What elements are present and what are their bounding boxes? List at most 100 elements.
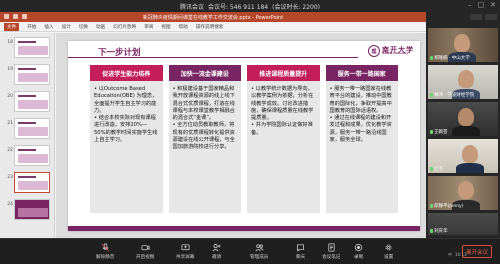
unmute-button[interactable]: 解除静音 [96, 243, 114, 260]
column-heading: 服务一带一路国家 [325, 65, 398, 81]
slide-thumbnail[interactable]: 22 [7, 145, 50, 166]
participant-tile[interactable]: 郑隆楠 · 中山大学 [428, 28, 498, 62]
toolbar-label: 共享屏幕 [176, 255, 195, 260]
add-user-icon [212, 243, 221, 252]
ribbon-tab-file[interactable]: 文件 [4, 22, 20, 31]
meeting-id[interactable]: 会议号: 546 911 184 [208, 2, 268, 11]
meeting-window: 腾讯会议 会议号: 546 911 184 (会议时长: 2200) – □ ✕… [0, 0, 500, 264]
current-slide[interactable]: 下一步计划 理 南开大学 Nankai University 促进学生能力培养 •… [68, 41, 420, 231]
toolbar-label: 录制 [354, 255, 364, 260]
slide-thumbnail[interactable]: 24 [7, 199, 50, 220]
mic-icon [430, 228, 433, 233]
participant-tile[interactable]: 刘庆华 [428, 213, 498, 235]
video-panel: 郑隆楠 · 中山大学 林鸿 · 宁波财经学院 王颖芸 兰岑 邱静平(Jenny) [426, 12, 500, 238]
slide-thumbnail[interactable]: 20 [7, 91, 50, 112]
slide-number: 20 [7, 94, 13, 99]
input-language[interactable]: 中 [448, 252, 452, 258]
toolbar-label: 会议笔记 [322, 255, 341, 260]
close-icon[interactable]: ✕ [490, 1, 496, 9]
participant-name: 兰岑 [430, 166, 443, 172]
column-body: • 积极建设基于国家精品和我开放课程资源的线上线下混合式优质课程，打造在线课程与… [172, 86, 235, 151]
settings-button[interactable]: 设置 [384, 243, 393, 260]
participant-tile[interactable]: 王颖芸 [428, 102, 498, 136]
minimize-icon[interactable]: – [468, 1, 472, 9]
toolbar-label: 聊天 [296, 255, 306, 260]
system-tray: 中 16:13 [448, 252, 467, 258]
share-screen-icon [181, 243, 190, 252]
column-body: • 以Outcome Based Education(OBE) 为理念，全面提升… [94, 86, 158, 144]
ribbon-tab-view[interactable]: 视图 [161, 24, 170, 30]
undo-icon[interactable] [13, 14, 18, 19]
ribbon-tab-design[interactable]: 设计 [62, 24, 71, 30]
ribbon-tab-slideshow[interactable]: 幻灯片放映 [113, 24, 136, 30]
maximize-icon[interactable]: □ [478, 1, 485, 9]
column-heading: 推进课程质量提升 [247, 65, 320, 81]
mic-muted-icon [101, 243, 110, 252]
participant-name: 郑隆楠 · 中山大学 [430, 55, 470, 61]
ribbon-tab-home[interactable]: 开始 [27, 24, 36, 30]
ribbon-tab-transitions[interactable]: 切换 [79, 24, 88, 30]
slide-number: 23 [7, 175, 13, 180]
meeting-toolbar: 解除静音 开启视频 共享屏幕 邀请 管理成员 聊天 会议笔记 录制 设置 离开会… [0, 238, 500, 264]
mic-icon [430, 129, 433, 134]
share-screen-button[interactable]: 共享屏幕 [176, 243, 194, 260]
mic-icon [430, 203, 433, 208]
slide-thumbnail-active[interactable]: 23 [7, 172, 50, 193]
slide-footer-bar [68, 226, 420, 231]
ribbon-search[interactable]: 操作说明搜索 [196, 24, 224, 30]
slide-thumbnail[interactable]: 19 [7, 64, 50, 85]
slide-number: 24 [7, 202, 13, 207]
members-icon [255, 243, 264, 252]
redo-icon[interactable] [22, 14, 27, 19]
toolbar-label: 邀请 [212, 255, 222, 260]
slide-number: 19 [7, 67, 13, 72]
speaker-view-icon[interactable] [485, 14, 497, 20]
chat-icon [296, 243, 305, 252]
participant-tile[interactable]: 兰岑 [428, 139, 498, 173]
toolbar-label: 设置 [384, 255, 394, 260]
gear-icon [384, 243, 393, 252]
slide-thumbnail[interactable]: 18 [7, 37, 50, 58]
ribbon-tab-animations[interactable]: 动画 [96, 24, 105, 30]
toolbar-label: 管理成员 [250, 255, 269, 260]
participant-tile[interactable]: 林鸿 · 宁波财经学院 [428, 65, 498, 99]
slide-thumbnail[interactable]: 21 [7, 118, 50, 139]
plan-column: 促进学生能力培养 • 以Outcome Based Education(OBE)… [90, 65, 163, 213]
ppt-ribbon-tabs: 文件 开始 插入 设计 切换 动画 幻灯片放映 审阅 视图 帮助 操作说明搜索 [0, 22, 426, 32]
record-button[interactable]: 录制 [354, 243, 363, 260]
meeting-duration: (会议时长: 2200) [272, 3, 320, 11]
app-name: 腾讯会议 [179, 3, 204, 11]
ppt-window-title: 新冠肺炎疫情期间课堂在线教学工作交流会.pptx - PowerPoint [142, 14, 284, 21]
participant-name: 林鸿 · 宁波财经学院 [430, 92, 474, 98]
plan-column: 服务一带一路国家 • 服务一带一路国家在线教育平台的建设，推动中国教育的国际化，… [325, 65, 398, 213]
plan-column: 加快一流金课建设 • 积极建设基于国家精品和我开放课程资源的线上线下混合式优质课… [168, 65, 241, 213]
university-logo: 理 南开大学 Nankai University [368, 45, 414, 57]
ppt-title-bar: 新冠肺炎疫情期间课堂在线教学工作交流会.pptx - PowerPoint [0, 12, 426, 22]
quick-access-toolbar [4, 14, 27, 19]
participant-name: 刘庆华 [430, 228, 448, 234]
participant-name: 邱静平(Jenny) [430, 203, 463, 209]
toolbar-label: 开启视频 [136, 255, 155, 260]
manage-members-button[interactable]: 管理成员 [250, 243, 268, 260]
mic-icon [430, 166, 433, 171]
start-video-button[interactable]: 开启视频 [136, 243, 154, 260]
mic-icon [430, 92, 433, 97]
save-icon[interactable] [4, 14, 9, 19]
ribbon-tab-help[interactable]: 帮助 [179, 24, 188, 30]
ribbon-tab-review[interactable]: 审阅 [144, 24, 153, 30]
invite-button[interactable]: 邀请 [212, 243, 221, 260]
plan-columns: 促进学生能力培养 • 以Outcome Based Education(OBE)… [90, 65, 398, 213]
participant-tile[interactable]: 邱静平(Jenny) [428, 176, 498, 210]
chat-button[interactable]: 聊天 [296, 243, 305, 260]
toolbar-label: 解除静音 [96, 255, 115, 260]
window-controls: – □ ✕ [468, 1, 496, 9]
meeting-notes-button[interactable]: 会议笔记 [322, 243, 340, 260]
slide-canvas: 下一步计划 理 南开大学 Nankai University 促进学生能力培养 •… [56, 33, 426, 238]
ribbon-tab-insert[interactable]: 插入 [44, 24, 53, 30]
seal-icon: 理 [368, 45, 380, 57]
column-body: • 以教学统计数据为导向，以教学案例为依据，分析在线教学成效。讨论改进措施，确保… [251, 86, 314, 136]
slide-title: 下一步计划 [98, 48, 141, 58]
notes-icon [327, 243, 336, 252]
gallery-view-icon[interactable] [470, 14, 482, 20]
meeting-title-bar: 腾讯会议 会议号: 546 911 184 (会议时长: 2200) – □ ✕ [0, 0, 500, 12]
